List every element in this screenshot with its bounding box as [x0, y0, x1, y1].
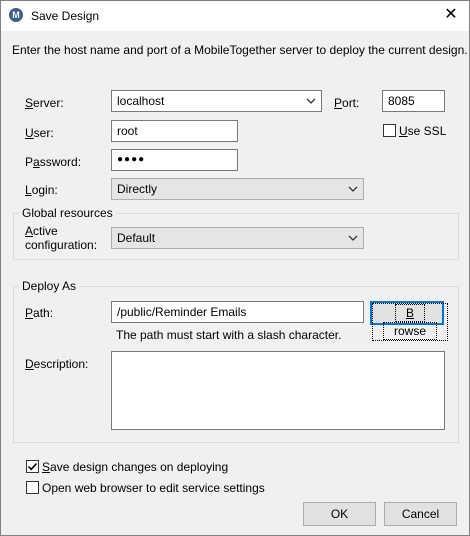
description-label: Description: — [25, 357, 89, 371]
open-browser-checkbox[interactable] — [26, 481, 39, 494]
global-resources-legend: Global resources — [19, 206, 116, 220]
intro-text: Enter the host name and port of a Mobile… — [12, 43, 468, 57]
password-label: Password: — [25, 155, 82, 169]
use-ssl-label[interactable]: Use SSL — [399, 124, 446, 138]
save-changes-checkbox[interactable] — [26, 460, 39, 473]
ok-button[interactable]: OK — [303, 502, 376, 526]
user-label: User: — [25, 126, 54, 140]
path-field[interactable]: /public/Reminder Emails — [111, 301, 364, 323]
path-label: Path: — [25, 306, 54, 320]
server-label: Server: — [25, 96, 64, 110]
save-design-dialog: M Save Design ✕ Enter the host name and … — [0, 0, 470, 536]
server-value: localhost — [117, 94, 165, 108]
login-combobox[interactable]: Directly — [111, 178, 364, 200]
checkmark-icon — [27, 462, 38, 471]
open-browser-label[interactable]: Open web browser to edit service setting… — [42, 481, 265, 495]
use-ssl-checkbox[interactable] — [383, 124, 396, 137]
chevron-down-icon — [306, 98, 316, 104]
active-configuration-label: Active configuration: — [25, 224, 98, 252]
port-label: Port: — [334, 96, 360, 110]
title-bar: M Save Design ✕ — [1, 1, 469, 31]
password-field[interactable]: ●●●● — [111, 149, 238, 171]
user-field[interactable]: root — [111, 120, 238, 142]
cancel-button[interactable]: Cancel — [384, 502, 457, 526]
login-value: Directly — [117, 182, 158, 196]
chevron-down-icon — [348, 235, 358, 241]
browse-button[interactable]: Browse — [370, 301, 449, 341]
mobiletogether-app-icon: M — [9, 8, 23, 22]
active-configuration-value: Default — [117, 231, 156, 245]
server-combobox[interactable]: localhost — [111, 90, 322, 112]
login-label: Login: — [25, 183, 58, 197]
deploy-as-legend: Deploy As — [19, 279, 80, 293]
save-changes-label[interactable]: Save design changes on deploying — [42, 460, 228, 474]
description-textarea[interactable] — [111, 351, 445, 430]
chevron-down-icon — [348, 186, 358, 192]
port-field[interactable]: 8085 — [382, 90, 445, 112]
window-title: Save Design — [31, 9, 100, 23]
path-hint: The path must start with a slash charact… — [116, 328, 342, 342]
close-icon[interactable]: ✕ — [441, 5, 461, 25]
active-configuration-combobox[interactable]: Default — [111, 227, 364, 249]
